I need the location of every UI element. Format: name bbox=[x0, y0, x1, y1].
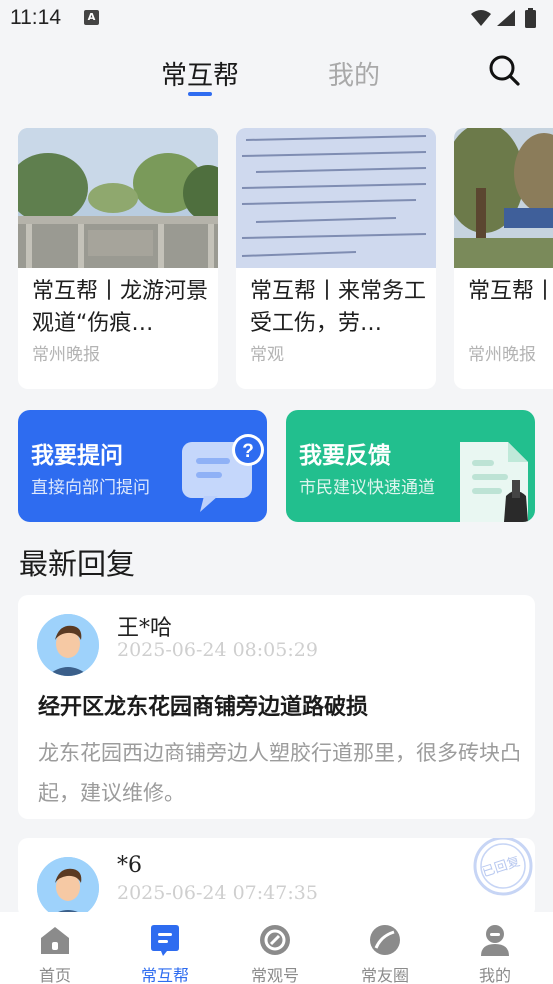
ask-question-button[interactable]: 我要提问 直接向部门提问 ? bbox=[18, 410, 267, 522]
feedback-button[interactable]: 我要反馈 市民建议快速通道 bbox=[286, 410, 535, 522]
user-avatar bbox=[37, 614, 99, 676]
battery-icon bbox=[525, 10, 536, 28]
compass-icon bbox=[260, 925, 290, 955]
news-source: 常州晚报 bbox=[468, 345, 536, 365]
status-icons bbox=[471, 8, 536, 28]
bottom-navigation: 首页 常互帮 常观号 常友圈 我的 bbox=[0, 912, 553, 984]
top-navigation: 常互帮 我的 bbox=[0, 40, 553, 100]
tab-changhubang[interactable]: 常互帮 bbox=[161, 55, 239, 92]
nav-mine[interactable]: 我的 bbox=[440, 912, 550, 984]
nav-label: 常互帮 bbox=[140, 966, 189, 984]
news-card[interactable]: 常互帮丨龙游河景观道“伤痕… 常州晚报 bbox=[18, 128, 218, 389]
document-photo bbox=[236, 128, 436, 268]
leaf-icon bbox=[370, 925, 400, 955]
news-source: 常州晚报 bbox=[32, 345, 100, 365]
bridge-photo bbox=[18, 128, 218, 268]
message-icon bbox=[151, 925, 179, 956]
reply-card[interactable]: 王*哈 2025-06-24 08:05:29 经开区龙东花园商铺旁边道路破损 … bbox=[18, 595, 535, 819]
reply-timestamp: 2025-06-24 07:47:35 bbox=[117, 882, 318, 904]
nav-label: 首页 bbox=[38, 966, 71, 984]
reply-username: 王*哈 bbox=[117, 616, 173, 641]
wifi-icon bbox=[471, 10, 491, 26]
nav-label: 常友圈 bbox=[360, 966, 409, 984]
ask-title: 我要提问 bbox=[31, 443, 123, 469]
nav-home[interactable]: 首页 bbox=[0, 912, 110, 984]
notification-a-icon: A bbox=[84, 10, 99, 25]
trees-photo bbox=[454, 128, 553, 268]
section-title: 最新回复 bbox=[19, 547, 136, 581]
news-title: 常互帮丨龙游河景观道“伤痕… bbox=[32, 279, 208, 336]
document-pen-icon bbox=[460, 442, 528, 522]
svg-text:?: ? bbox=[242, 441, 254, 462]
feedback-subtitle: 市民建议快速通道 bbox=[299, 478, 435, 498]
signal-icon bbox=[497, 10, 515, 26]
replied-stamp: 已回复 bbox=[471, 838, 535, 898]
feedback-title: 我要反馈 bbox=[299, 443, 391, 469]
nav-changyouquan[interactable]: 常友圈 bbox=[330, 912, 440, 984]
status-time: 11:14 bbox=[10, 6, 61, 29]
news-carousel[interactable]: 常互帮丨龙游河景观道“伤痕… 常州晚报 常互帮丨来常务工受工伤，劳… 常观 常互… bbox=[0, 128, 553, 390]
news-card[interactable]: 常互帮丨来常务工受工伤，劳… 常观 bbox=[236, 128, 436, 389]
reply-username: *6 bbox=[117, 853, 142, 878]
nav-changhubang[interactable]: 常互帮 bbox=[110, 912, 220, 984]
search-icon[interactable] bbox=[488, 54, 520, 86]
news-source: 常观 bbox=[250, 345, 284, 365]
status-bar: 11:14 A bbox=[0, 0, 553, 36]
reply-title: 经开区龙东花园商铺旁边道路破损 bbox=[38, 695, 369, 720]
home-icon bbox=[41, 927, 69, 954]
news-title: 常互帮丨来常务工受工伤，劳… bbox=[250, 279, 426, 336]
active-tab-indicator bbox=[188, 92, 212, 96]
reply-body: 龙东花园西边商铺旁边人塑胶行道那里，很多砖块凸起，建议维修。 bbox=[38, 741, 521, 805]
ask-subtitle: 直接向部门提问 bbox=[31, 478, 150, 498]
nav-changguanhao[interactable]: 常观号 bbox=[220, 912, 330, 984]
reply-card[interactable]: *6 2025-06-24 07:47:35 已回复 bbox=[18, 838, 535, 918]
user-avatar bbox=[37, 857, 99, 918]
news-card[interactable]: 常互帮丨聘引发争 常州晚报 bbox=[454, 128, 553, 389]
nav-label: 常观号 bbox=[250, 966, 299, 984]
tab-mine[interactable]: 我的 bbox=[328, 55, 380, 92]
chat-question-icon: ? bbox=[182, 434, 264, 512]
nav-label: 我的 bbox=[478, 966, 511, 984]
reply-timestamp: 2025-06-24 08:05:29 bbox=[117, 639, 318, 661]
news-title: 常互帮丨聘引发争 bbox=[468, 279, 553, 304]
person-icon bbox=[481, 925, 509, 956]
